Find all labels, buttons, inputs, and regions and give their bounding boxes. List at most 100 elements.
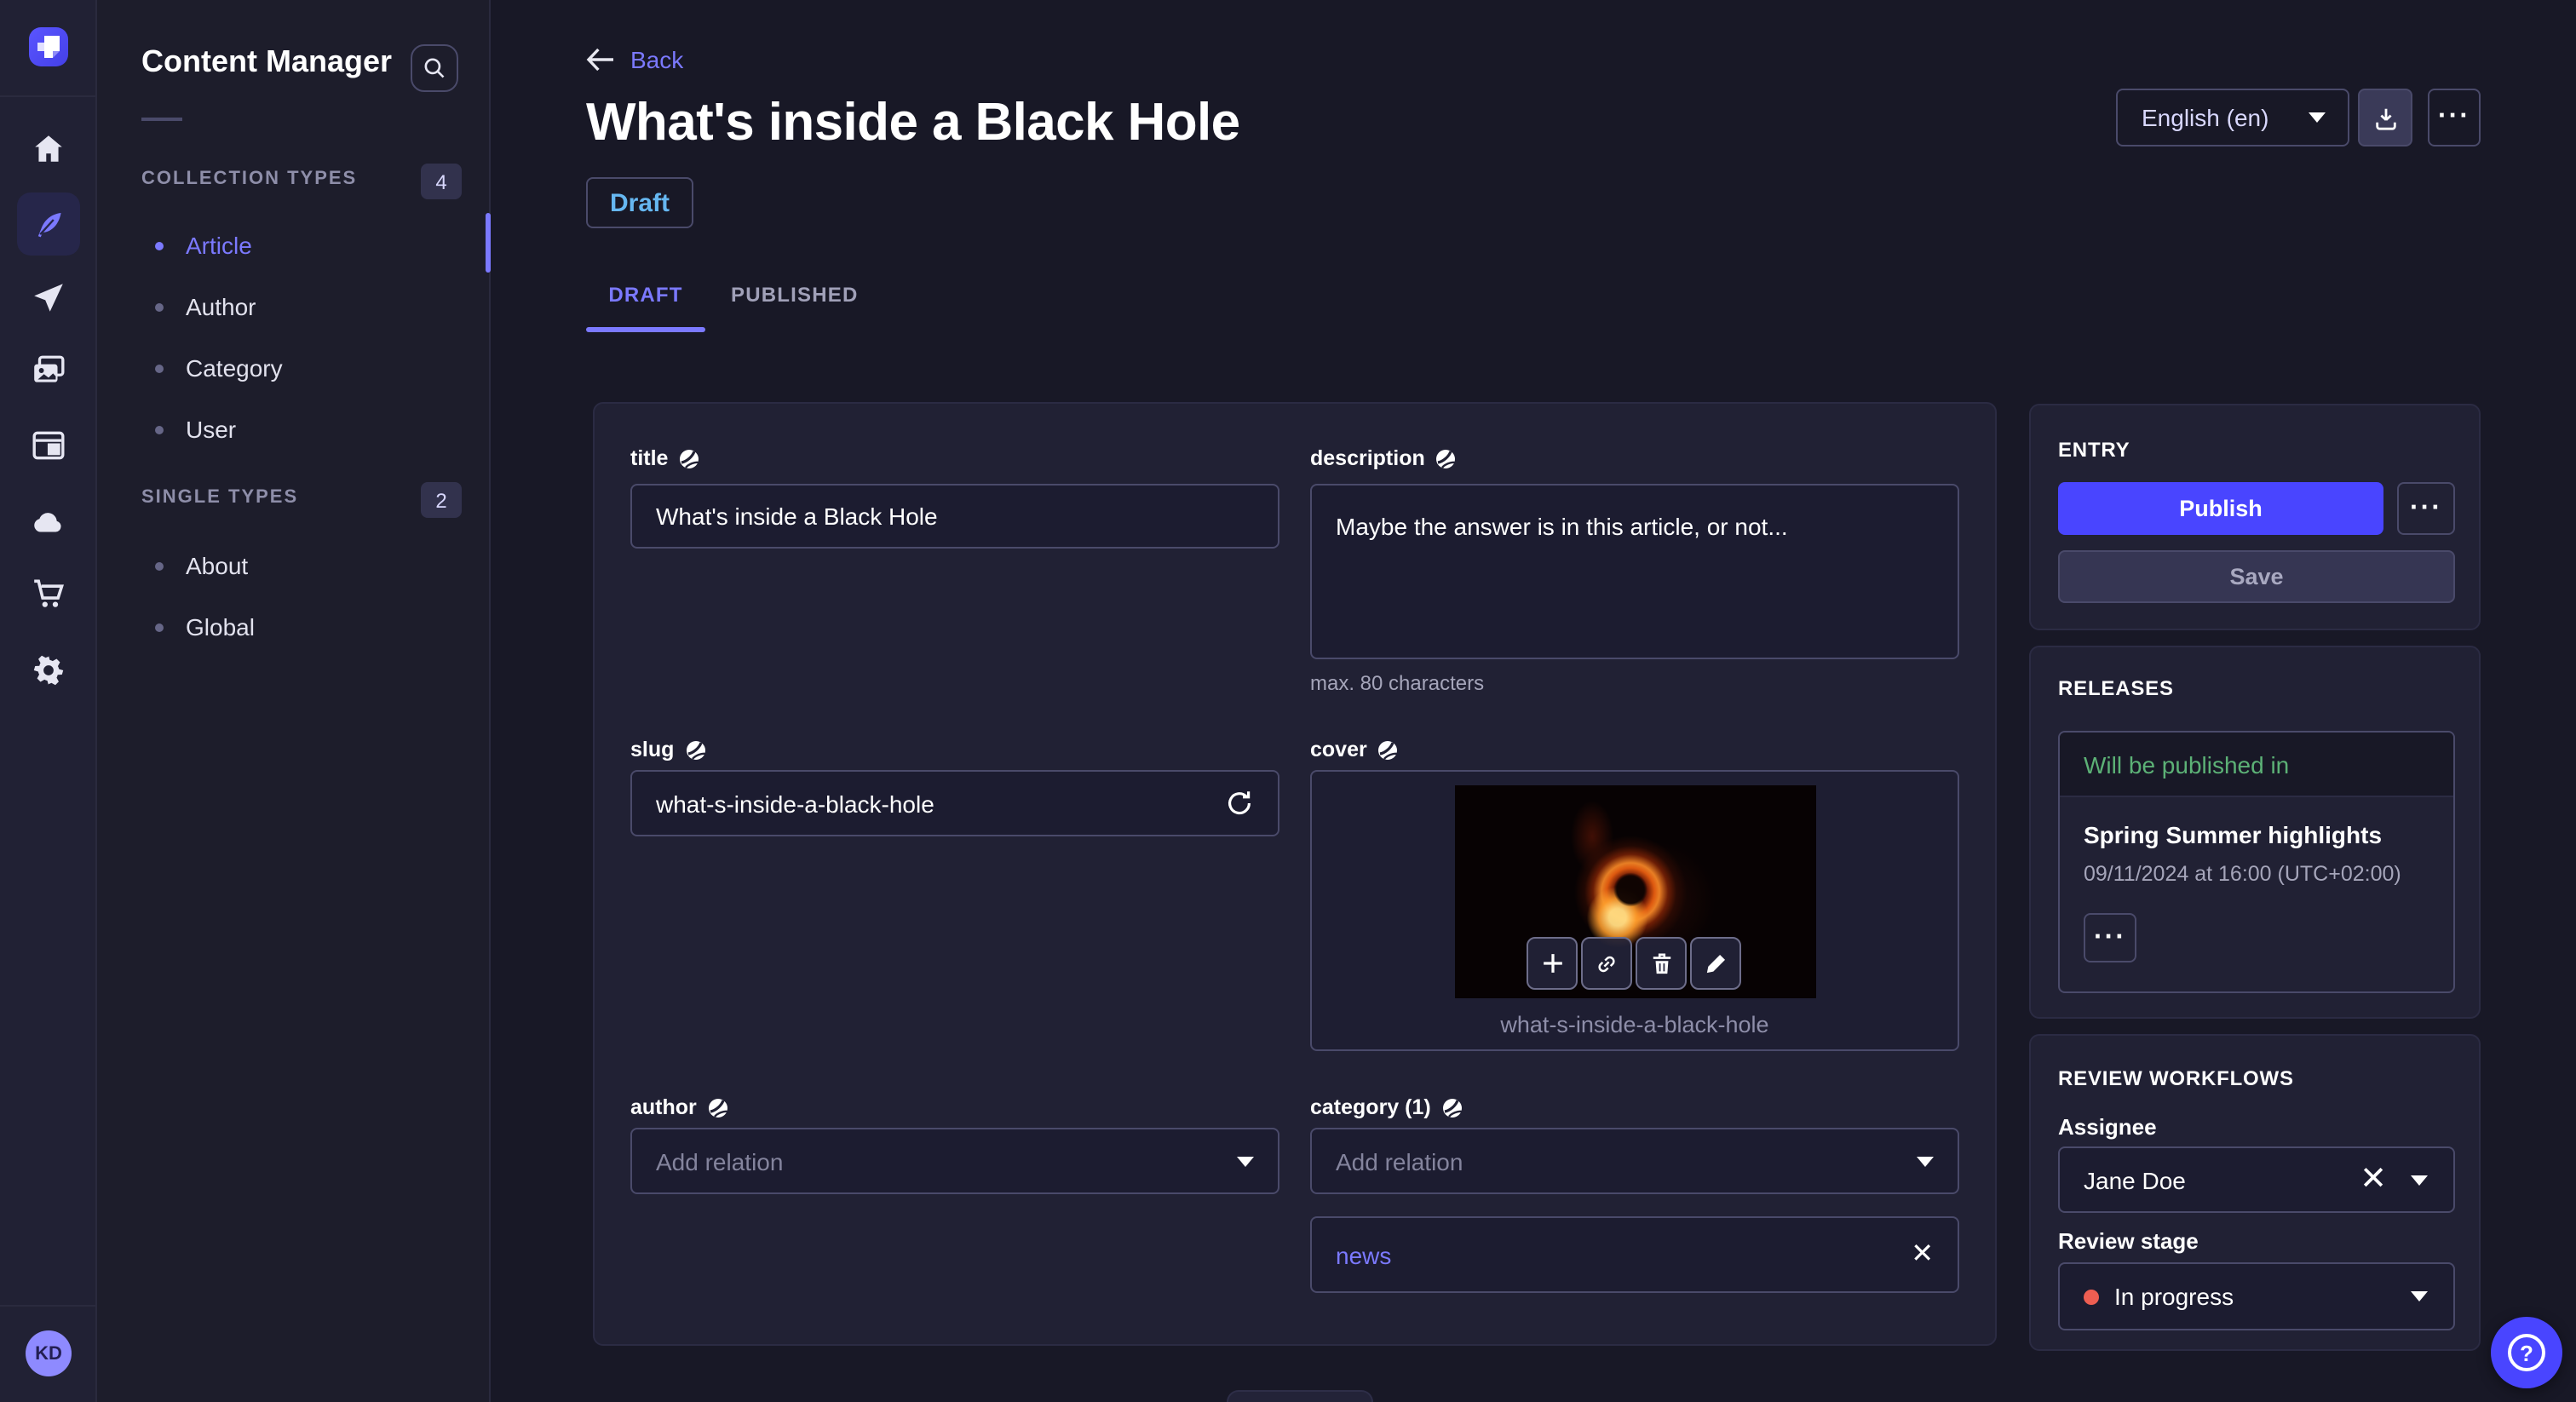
field-label-author: author [630, 1095, 729, 1119]
category-relation-combobox[interactable]: Add relation [1310, 1128, 1959, 1194]
search-icon [424, 58, 445, 78]
header-more-button[interactable]: ··· [2428, 89, 2481, 147]
save-button[interactable]: Save [2058, 550, 2455, 603]
bullet-icon [155, 561, 164, 570]
section-single-types: SINGLE TYPES [141, 487, 299, 508]
bullet-icon [155, 241, 164, 250]
refresh-icon [1228, 791, 1251, 815]
strapi-logo[interactable] [29, 27, 68, 66]
sidebar-item-label: Category [186, 354, 283, 382]
title-input[interactable] [630, 484, 1279, 549]
release-more-button[interactable]: ··· [2084, 913, 2136, 962]
relation-link-news[interactable]: news [1312, 1241, 1911, 1268]
single-types-count-badge: 2 [421, 482, 462, 518]
download-icon [2375, 107, 2395, 129]
category-placeholder: Add relation [1336, 1147, 1463, 1175]
field-label-cover: cover [1310, 738, 1400, 761]
back-label: Back [630, 46, 684, 73]
field-label-slug: slug [630, 738, 706, 761]
assignee-value: Jane Doe [2084, 1166, 2186, 1193]
cover-actions [1527, 937, 1741, 990]
slug-input[interactable] [630, 770, 1279, 836]
tab-draft[interactable]: DRAFT [586, 283, 705, 307]
publish-button[interactable]: Publish [2058, 482, 2383, 535]
add-asset-button[interactable] [1527, 937, 1578, 990]
release-date: 09/11/2024 at 16:00 (UTC+02:00) [2084, 862, 2401, 886]
locale-selector[interactable]: English (en) [2116, 89, 2349, 147]
export-download-button[interactable] [2358, 89, 2412, 147]
locale-value: English (en) [2142, 104, 2269, 131]
active-tab-underline [586, 327, 705, 332]
review-stage-label: Review stage [2058, 1228, 2199, 1254]
regenerate-slug-button[interactable] [1225, 789, 1254, 818]
deploy-icon[interactable] [31, 279, 66, 315]
page-title: What's inside a Black Hole [586, 92, 1240, 152]
description-textarea[interactable]: Maybe the answer is in this article, or … [1310, 484, 1959, 659]
i18n-globe-icon [708, 1098, 728, 1117]
i18n-globe-icon [1442, 1098, 1463, 1117]
assignee-select[interactable]: Jane Doe ✕ [2058, 1146, 2455, 1213]
chevron-down-icon [1237, 1156, 1254, 1166]
chevron-down-icon [2411, 1175, 2428, 1185]
question-mark-icon: ? [2508, 1334, 2545, 1371]
edit-form-panel: title description Maybe the answer is in… [593, 402, 1997, 1346]
tab-published[interactable]: PUBLISHED [731, 283, 857, 307]
sidebar-item-user[interactable]: User [141, 412, 465, 446]
bullet-icon [155, 425, 164, 434]
section-collection-types: COLLECTION TYPES [141, 169, 358, 189]
release-name: Spring Summer highlights [2084, 821, 2383, 848]
home-icon[interactable] [31, 131, 66, 167]
field-label-category: category (1) [1310, 1095, 1463, 1119]
divider [0, 1305, 95, 1307]
trash-icon [1652, 952, 1670, 974]
edit-asset-button[interactable] [1690, 937, 1741, 990]
entry-panel-title: ENTRY [2058, 438, 2130, 462]
user-avatar[interactable]: KD [26, 1330, 72, 1376]
field-label-title: title [630, 446, 700, 470]
settings-gear-icon[interactable] [31, 652, 66, 688]
content-manager-icon[interactable] [17, 192, 80, 256]
delete-asset-button[interactable] [1636, 937, 1687, 990]
content-manager-sidebar: Content Manager COLLECTION TYPES 4 Artic… [97, 0, 491, 1402]
sidebar-item-label: About [186, 552, 249, 579]
author-placeholder: Add relation [656, 1147, 784, 1175]
bottom-panel-peek [1227, 1390, 1373, 1402]
field-label-description: description [1310, 446, 1458, 470]
content-type-builder-icon[interactable] [31, 428, 66, 463]
category-relation-item: news ✕ [1310, 1216, 1959, 1293]
i18n-globe-icon [680, 449, 699, 468]
i18n-globe-icon [686, 740, 705, 759]
more-icon: ··· [2094, 922, 2126, 951]
search-button[interactable] [411, 44, 458, 92]
link-icon [1598, 955, 1615, 972]
sidebar-item-global[interactable]: Global [141, 610, 465, 644]
description-hint: max. 80 characters [1310, 671, 1485, 695]
sidebar-item-about[interactable]: About [141, 549, 465, 583]
sidebar-item-author[interactable]: Author [141, 290, 465, 324]
entry-more-button[interactable]: ··· [2397, 482, 2455, 535]
divider [0, 95, 95, 97]
plus-icon [1543, 954, 1561, 973]
sidebar-item-article[interactable]: Article [141, 228, 465, 262]
chevron-down-icon [1917, 1156, 1934, 1166]
entry-panel: ENTRY Publish ··· Save [2029, 404, 2481, 630]
divider [141, 118, 182, 121]
review-panel-title: REVIEW WORKFLOWS [2058, 1066, 2294, 1090]
marketplace-cart-icon[interactable] [31, 576, 66, 612]
sidebar-item-label: User [186, 416, 237, 443]
media-library-icon[interactable] [31, 353, 66, 388]
back-link[interactable]: Back [586, 46, 683, 73]
arrow-left-icon [586, 48, 613, 72]
copy-link-button[interactable] [1581, 937, 1632, 990]
author-relation-combobox[interactable]: Add relation [630, 1128, 1279, 1194]
review-stage-select[interactable]: In progress [2058, 1262, 2455, 1330]
sidebar-item-category[interactable]: Category [141, 351, 465, 385]
stage-status-dot [2084, 1289, 2099, 1304]
releases-panel-title: RELEASES [2058, 676, 2174, 700]
cloud-icon[interactable] [31, 504, 66, 540]
help-button[interactable]: ? [2491, 1317, 2562, 1388]
more-icon: ··· [2410, 493, 2442, 522]
remove-relation-icon[interactable]: ✕ [1911, 1240, 1934, 1267]
clear-assignee-icon[interactable]: ✕ [2360, 1163, 2387, 1195]
icon-sidebar: KD [0, 0, 97, 1402]
